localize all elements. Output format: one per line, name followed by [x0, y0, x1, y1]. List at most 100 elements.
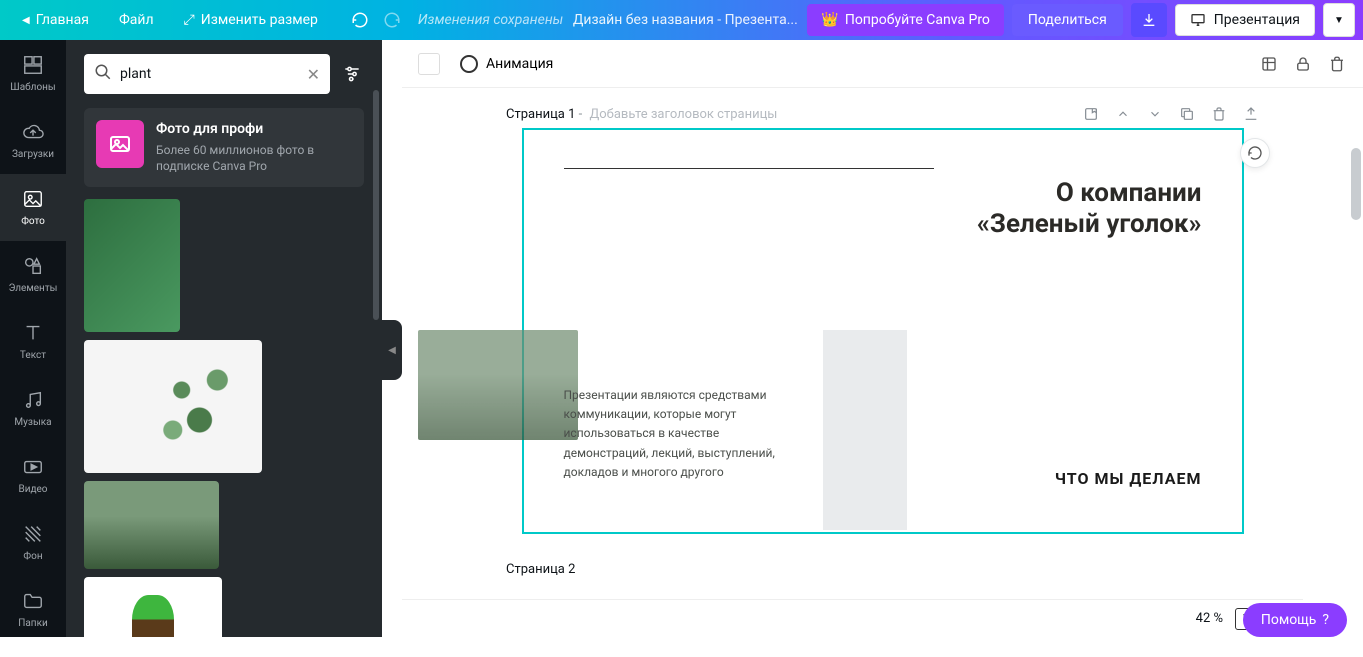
rail-elements-label: Элементы — [9, 283, 58, 294]
photo-icon — [22, 188, 44, 210]
slide-title-line2: «Зеленый уголок» — [977, 209, 1202, 240]
present-button[interactable]: Презентация — [1175, 4, 1315, 36]
try-pro-label: Попробуйте Canva Pro — [845, 12, 990, 28]
folder-icon — [22, 590, 44, 612]
photo-result[interactable] — [84, 199, 180, 332]
rail-photos[interactable]: Фото — [0, 174, 66, 241]
rail-elements[interactable]: Элементы — [0, 241, 66, 308]
undo-button[interactable] — [346, 6, 374, 34]
page-header: Страница 2 — [402, 534, 1363, 583]
pro-promo-card[interactable]: Фото для профи Более 60 миллионов фото в… — [84, 108, 364, 187]
photo-result[interactable]: ♛ — [84, 577, 222, 637]
present-dropdown[interactable]: ▼ — [1323, 3, 1355, 37]
filter-button[interactable] — [340, 62, 364, 86]
text-icon — [22, 322, 44, 344]
background-color-swatch[interactable] — [418, 53, 440, 75]
cloud-upload-icon — [22, 121, 44, 143]
animation-icon — [460, 55, 478, 73]
resize-arrows-icon: ⤢ — [184, 12, 195, 28]
rail-music[interactable]: Музыка — [0, 375, 66, 442]
page-number-label: Страница 1 — [506, 107, 575, 122]
page-header: Страница 1 - Добавьте заголовок страницы — [402, 106, 1363, 128]
rail-uploads-label: Загрузки — [12, 149, 54, 160]
delete-button[interactable] — [1327, 54, 1347, 74]
file-label: Файл — [119, 12, 154, 28]
lock-button[interactable] — [1293, 54, 1313, 74]
bottom-bar: 42 % 15 — [402, 599, 1303, 637]
slide-divider-line[interactable] — [564, 168, 934, 169]
panel-collapse-handle[interactable]: ◀ — [382, 320, 402, 380]
canvas-scroll-viewport[interactable]: Страница 1 - Добавьте заголовок страницы… — [402, 88, 1363, 637]
slide-subtitle[interactable]: ЧТО МЫ ДЕЛАЕМ — [1055, 469, 1202, 488]
background-icon — [22, 523, 44, 545]
photos-panel: ✕ Фото для профи Более 60 миллионов фото… — [66, 40, 382, 637]
panel-scrollbar[interactable] — [373, 90, 379, 320]
slide-body-text[interactable]: Презентации являются средствами коммуник… — [564, 386, 804, 482]
slide-canvas[interactable]: О компании «Зеленый уголок» Презентации … — [522, 128, 1244, 534]
page-export-button[interactable] — [1243, 106, 1259, 122]
document-title[interactable]: Дизайн без названия - Презента... — [573, 12, 798, 28]
nav-rail: Шаблоны Загрузки Фото Элементы Текст Муз… — [0, 40, 66, 637]
resize-label: Изменить размер — [201, 12, 318, 28]
rail-text-label: Текст — [20, 350, 46, 361]
templates-icon — [22, 54, 44, 76]
rail-templates-label: Шаблоны — [10, 82, 55, 93]
page-delete-button[interactable] — [1211, 106, 1227, 122]
help-label: Помощь — [1261, 612, 1317, 628]
dragging-photo[interactable] — [418, 330, 578, 440]
rail-music-label: Музыка — [14, 417, 51, 428]
rail-video-label: Видео — [18, 484, 47, 495]
page-notes-button[interactable] — [1083, 106, 1099, 122]
regenerate-button[interactable] — [1240, 138, 1270, 168]
promo-subtitle: Более 60 миллионов фото в подписке Canva… — [156, 142, 352, 176]
try-pro-button[interactable]: 👑 Попробуйте Canva Pro — [807, 4, 1004, 36]
chevron-down-icon: ▼ — [1334, 15, 1344, 26]
slide-image-placeholder[interactable] — [823, 330, 907, 530]
page-down-button[interactable] — [1147, 106, 1163, 122]
help-icon: ? — [1322, 612, 1329, 628]
canvas-area: Анимация Страница 1 - Добавьте заголовок… — [402, 40, 1363, 637]
search-input[interactable] — [120, 66, 299, 82]
slide-title-line1: О компании — [977, 178, 1202, 209]
video-icon — [22, 456, 44, 478]
rail-folders[interactable]: Папки — [0, 576, 66, 643]
promo-title: Фото для профи — [156, 120, 352, 140]
rail-uploads[interactable]: Загрузки — [0, 107, 66, 174]
home-label: Главная — [36, 12, 89, 28]
animation-button[interactable]: Анимация — [450, 49, 563, 79]
page-up-button[interactable] — [1115, 106, 1131, 122]
help-button[interactable]: Помощь ? — [1243, 603, 1347, 637]
home-button[interactable]: ◀ Главная — [8, 4, 103, 36]
search-icon — [94, 63, 112, 85]
photo-result[interactable] — [84, 481, 219, 569]
chevron-left-icon: ◀ — [22, 15, 30, 26]
page-title-placeholder[interactable]: Добавьте заголовок страницы — [589, 107, 777, 122]
download-button[interactable] — [1131, 3, 1167, 37]
canvas-scrollbar[interactable] — [1351, 148, 1361, 220]
position-button[interactable] — [1259, 54, 1279, 74]
redo-button[interactable] — [378, 6, 406, 34]
saved-status: Изменения сохранены — [418, 12, 563, 28]
rail-text[interactable]: Текст — [0, 308, 66, 375]
crown-icon: 👑 — [821, 12, 838, 28]
top-toolbar: ◀ Главная Файл ⤢ Изменить размер Изменен… — [0, 0, 1363, 40]
clear-search-button[interactable]: ✕ — [307, 65, 320, 84]
slide-title[interactable]: О компании «Зеленый уголок» — [977, 178, 1202, 240]
zoom-level[interactable]: 42 % — [1196, 611, 1223, 626]
search-box[interactable]: ✕ — [84, 54, 330, 94]
share-button[interactable]: Поделиться — [1012, 4, 1123, 36]
chevron-left-icon: ◀ — [388, 345, 396, 356]
rail-folders-label: Папки — [18, 618, 48, 629]
rail-background-label: Фон — [23, 551, 42, 562]
rail-templates[interactable]: Шаблоны — [0, 40, 66, 107]
present-label: Презентация — [1214, 12, 1300, 28]
page-duplicate-button[interactable] — [1179, 106, 1195, 122]
animation-label: Анимация — [486, 56, 553, 72]
rail-video[interactable]: Видео — [0, 442, 66, 509]
rail-background[interactable]: Фон — [0, 509, 66, 576]
resize-button[interactable]: ⤢ Изменить размер — [170, 4, 332, 36]
file-menu[interactable]: Файл — [105, 4, 168, 36]
elements-icon — [22, 255, 44, 277]
photo-results-grid: ♛ ♛ — [66, 199, 382, 637]
photo-result[interactable] — [84, 340, 262, 473]
